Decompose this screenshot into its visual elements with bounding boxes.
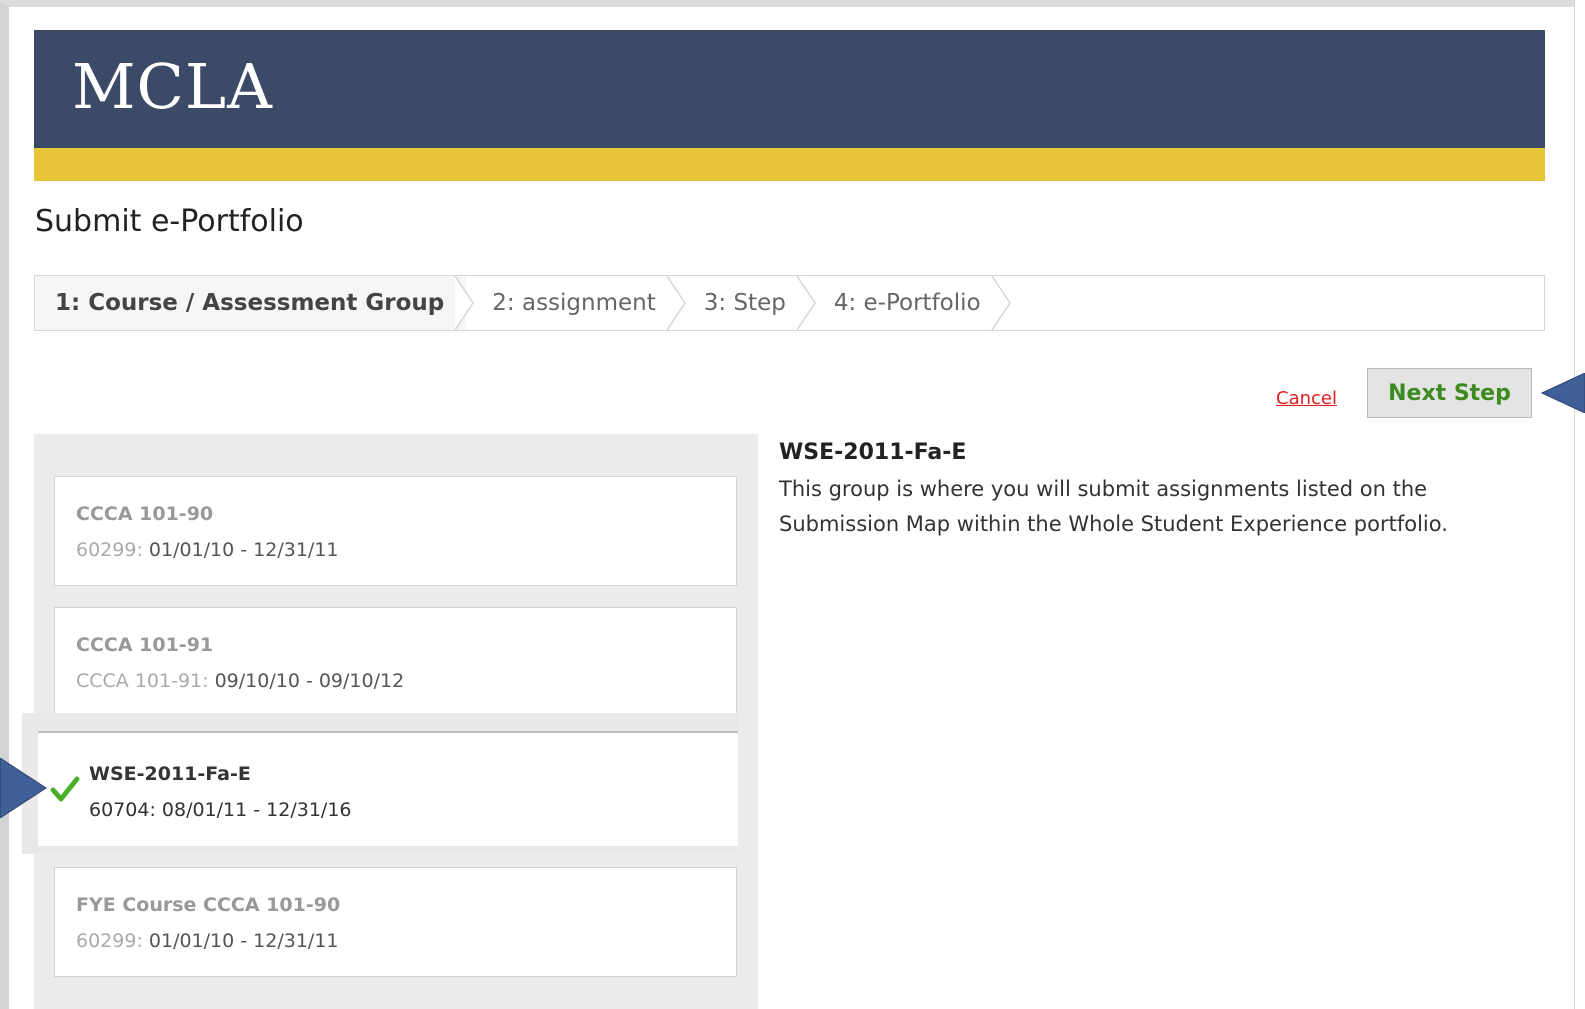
cancel-link[interactable]: Cancel [1276, 388, 1337, 409]
group-card[interactable]: CCCA 101-91 CCCA 101-91: 09/10/10 - 09/1… [54, 607, 737, 715]
wizard-step-label: 1: Course / Assessment Group [55, 290, 445, 316]
chevron-right-icon [666, 276, 686, 330]
group-name: FYE Course CCCA 101-90 [76, 894, 341, 916]
chevron-right-icon [990, 276, 1011, 330]
checkmark-icon [50, 776, 80, 802]
group-meta: CCCA 101-91: 09/10/10 - 09/10/12 [76, 670, 404, 692]
wizard-step-3[interactable]: 3: Step [678, 276, 816, 330]
callout-arrow-icon [0, 758, 47, 818]
header-banner: MCLA [34, 30, 1545, 148]
group-dates: 01/01/10 - 12/31/11 [148, 930, 339, 952]
wizard-step-4[interactable]: 4: e-Portfolio [808, 276, 1011, 330]
wizard-step-1[interactable]: 1: Course / Assessment Group [35, 276, 475, 330]
header-stripe [34, 148, 1545, 181]
group-name: WSE-2011-Fa-E [89, 763, 251, 785]
wizard-step-label: 3: Step [703, 290, 786, 316]
group-name: CCCA 101-91 [76, 634, 214, 656]
callout-arrow-icon [1540, 373, 1585, 413]
group-code: 60704: [89, 799, 162, 821]
chevron-right-icon [454, 276, 475, 330]
group-meta: 60299: 01/01/10 - 12/31/11 [76, 539, 339, 561]
group-meta: 60299: 01/01/10 - 12/31/11 [76, 930, 339, 952]
wizard-steps: 1: Course / Assessment Group 2: assignme… [34, 275, 1545, 331]
group-name: CCCA 101-90 [76, 503, 214, 525]
group-code: 60299: [76, 930, 149, 952]
chevron-right-icon [796, 276, 816, 330]
wizard-step-label: 2: assignment [492, 290, 656, 316]
detail-title: WSE-2011-Fa-E [779, 440, 967, 465]
detail-description: This group is where you will submit assi… [779, 477, 1448, 536]
group-dates: 08/01/11 - 12/31/16 [161, 799, 352, 821]
group-card-selected[interactable]: WSE-2011-Fa-E 60704: 08/01/11 - 12/31/16 [38, 731, 738, 846]
site-logo[interactable]: MCLA [72, 50, 273, 123]
group-card[interactable]: CCCA 101-90 60299: 01/01/10 - 12/31/11 [54, 476, 737, 586]
group-card[interactable]: FYE Course CCCA 101-90 60299: 01/01/10 -… [54, 867, 737, 977]
group-code: 60299: [76, 539, 149, 561]
wizard-step-2[interactable]: 2: assignment [466, 276, 686, 330]
group-dates: 01/01/10 - 12/31/11 [148, 539, 339, 561]
wizard-step-label: 4: e-Portfolio [833, 290, 981, 316]
group-dates: 09/10/10 - 09/10/12 [214, 670, 405, 692]
group-meta: 60704: 08/01/11 - 12/31/16 [89, 799, 352, 821]
page-title: Submit e-Portfolio [35, 204, 304, 239]
group-code: CCCA 101-91: [76, 670, 215, 692]
next-step-button[interactable]: Next Step [1367, 368, 1532, 418]
